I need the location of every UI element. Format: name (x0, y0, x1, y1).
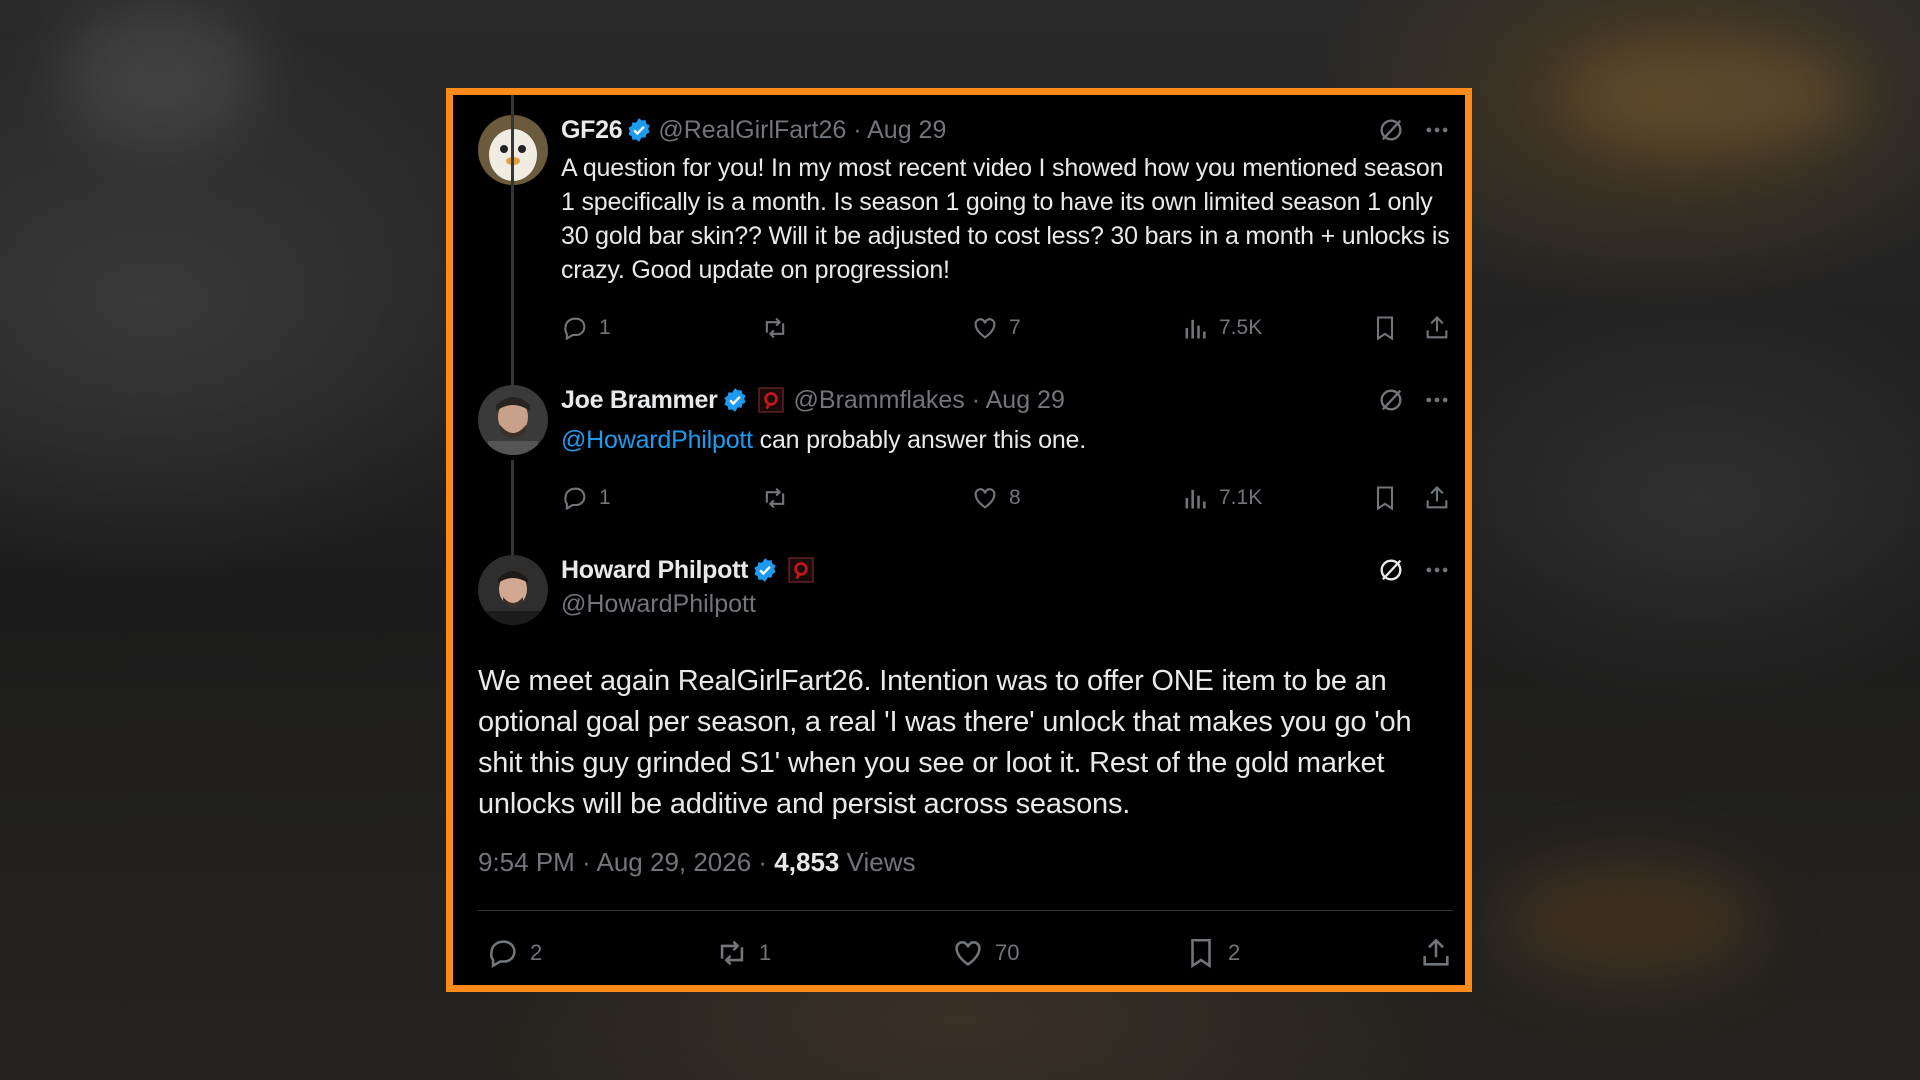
like-icon (955, 941, 981, 966)
reply-icon (564, 487, 586, 511)
tweet-top-icons (1377, 385, 1451, 415)
bookmark-count: 2 (1228, 940, 1241, 965)
background-blur (1560, 40, 1860, 150)
tweet-meta: 9:54 PM · Aug 29, 2026 · 4,853 Views (478, 847, 915, 878)
share-button[interactable] (1423, 483, 1451, 513)
reply-count: 1 (599, 316, 611, 339)
verified-badge-icon (628, 118, 650, 142)
avatar-image (478, 385, 548, 455)
tweet-joe-brammer: Joe Brammer @Brammflakes · Aug 29 @Howar… (478, 385, 1451, 560)
bookmark-button[interactable] (1371, 313, 1399, 343)
share-icon (1426, 316, 1448, 339)
thread-line (511, 460, 514, 560)
like-icon (974, 318, 996, 339)
reply-button[interactable]: 1 (561, 313, 611, 343)
reply-button[interactable]: 1 (561, 483, 611, 513)
tweet-text: @HowardPhilpott can probably answer this… (561, 423, 1451, 457)
tweet-date[interactable]: · Aug 29 (972, 386, 1065, 415)
divider (478, 910, 1453, 911)
share-icon (1426, 486, 1448, 509)
main-tweet-text: We meet again RealGirlFart26. Intention … (478, 665, 1412, 820)
like-button[interactable]: 8 (971, 483, 1021, 513)
tweet-text-rest: can probably answer this one. (752, 426, 1087, 454)
views-count: 7.5K (1219, 316, 1263, 339)
main-tweet-actions: 2 1 70 2 (478, 933, 1453, 973)
thread-line (511, 95, 514, 395)
repost-button[interactable] (761, 483, 799, 513)
verified-badge-icon (754, 558, 776, 582)
reply-count: 1 (599, 486, 611, 509)
share-icon (1423, 938, 1449, 966)
views-icon (1185, 319, 1206, 339)
tweet-content: Joe Brammer @Brammflakes · Aug 29 @Howar… (561, 385, 1451, 457)
timestamp[interactable]: 9:54 PM · Aug 29, 2026 · (478, 847, 774, 877)
avatar-image (478, 555, 548, 625)
repost-icon (765, 487, 785, 509)
avatar[interactable] (478, 555, 548, 625)
views-label: Views (839, 847, 916, 877)
affiliate-badge-icon (757, 387, 784, 413)
reply-count: 2 (530, 940, 543, 965)
more-icon[interactable] (1423, 386, 1451, 414)
more-icon[interactable] (1423, 556, 1451, 584)
avatar[interactable] (478, 385, 548, 455)
affiliate-badge-icon (788, 557, 814, 583)
tweet-content: GF26 @RealGirlFart26 · Aug 29 A question… (561, 115, 1451, 287)
repost-icon (720, 940, 744, 966)
grok-icon[interactable] (1377, 386, 1405, 414)
tweet-top-icons (1377, 115, 1451, 145)
background-blur (60, 0, 260, 150)
views-icon (1185, 489, 1206, 509)
bookmark-icon (1376, 486, 1394, 511)
tweet-header: Joe Brammer @Brammflakes · Aug 29 (561, 385, 1451, 415)
tweet-top-icons (1377, 555, 1451, 585)
repost-button[interactable]: 1 (715, 933, 771, 973)
handle-row: @HowardPhilpott (561, 589, 1451, 619)
handle[interactable]: @RealGirlFart26 (658, 116, 846, 145)
mention-link[interactable]: @HowardPhilpott (561, 426, 753, 454)
background-blur (1500, 860, 1760, 980)
more-icon[interactable] (1423, 116, 1451, 144)
bookmark-button[interactable] (1371, 483, 1399, 513)
views-count: 7.1K (1219, 486, 1263, 509)
bookmark-button[interactable]: 2 (1184, 933, 1240, 973)
tweet-thread-card: GF26 @RealGirlFart26 · Aug 29 A question… (446, 88, 1472, 992)
handle[interactable]: @HowardPhilpott (561, 590, 756, 619)
tweet-actions: 1 7 7.5K (561, 313, 1451, 343)
tweet-header: GF26 @RealGirlFart26 · Aug 29 (561, 115, 1451, 145)
repost-button[interactable] (761, 313, 799, 343)
display-name[interactable]: GF26 (561, 116, 623, 145)
views-total: 4,853 (774, 847, 840, 877)
like-count: 7 (1009, 316, 1021, 339)
grok-icon[interactable] (1377, 556, 1405, 584)
tweet-date[interactable]: · Aug 29 (853, 116, 946, 145)
tweet-header: Howard Philpott (561, 555, 1451, 585)
share-button[interactable] (1419, 933, 1453, 973)
share-button[interactable] (1423, 313, 1451, 343)
tweet-actions: 1 8 7.1K (561, 483, 1451, 513)
tweet-content: Howard Philpott @HowardPhilpott (561, 555, 1451, 619)
like-count: 70 (995, 940, 1020, 965)
repost-icon (765, 317, 785, 339)
grok-icon[interactable] (1377, 116, 1405, 144)
like-button[interactable]: 70 (951, 933, 1019, 973)
bookmark-icon (1191, 938, 1211, 969)
verified-badge-icon (723, 388, 746, 412)
like-count: 8 (1009, 486, 1021, 509)
views-button[interactable]: 7.1K (1181, 483, 1262, 513)
display-name[interactable]: Joe Brammer (561, 386, 718, 415)
like-button[interactable]: 7 (971, 313, 1021, 343)
reply-button[interactable]: 2 (486, 933, 542, 973)
tweet-text: A question for you! In my most recent vi… (561, 154, 1450, 284)
handle[interactable]: @Brammflakes (794, 386, 965, 415)
repost-count: 1 (759, 940, 772, 965)
reply-icon (490, 940, 516, 969)
tweet-gf26: GF26 @RealGirlFart26 · Aug 29 A question… (478, 95, 1451, 395)
like-icon (974, 488, 996, 509)
views-button[interactable]: 7.5K (1181, 313, 1262, 343)
bookmark-icon (1376, 316, 1394, 341)
reply-icon (564, 317, 586, 341)
main-tweet-header: Howard Philpott @HowardPhilpott (478, 555, 1451, 635)
display-name[interactable]: Howard Philpott (561, 556, 748, 585)
